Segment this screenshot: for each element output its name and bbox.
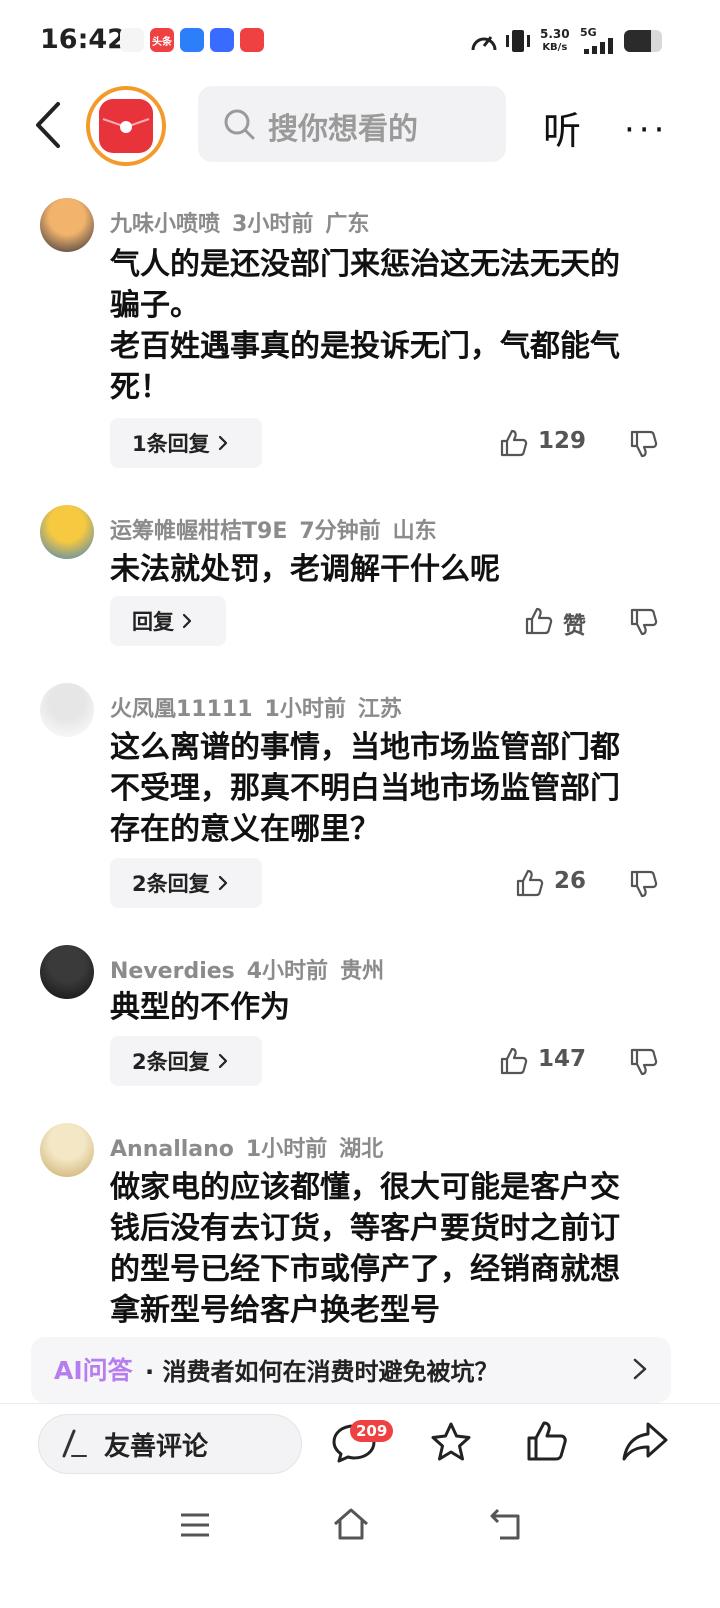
thumbs-down-icon[interactable] [628,868,660,900]
comment-text: 未法就处罚，老调解干什么呢 [110,549,670,590]
comment-meta: 运筹帷幄柑桔T9E 7分钟前 山东 [110,513,449,545]
comment-meta: Annallano 1小时前 湖北 [110,1131,395,1163]
comment-placeholder: 友善评论 [104,1432,209,1462]
chevron-right-icon [182,613,192,629]
comment-text-line: 死！ [110,370,170,405]
comment-text-line: 骗子。 [110,288,200,323]
reply-label: 2条回复 [132,872,210,896]
comment-location: 江苏 [357,697,402,722]
status-time: 16:42 [40,24,126,55]
avatar[interactable] [40,683,94,737]
reply-button[interactable]: 2条回复 [110,1036,262,1086]
listen-button[interactable]: 听 [543,100,581,155]
thumbs-down-icon[interactable] [628,428,660,460]
thumbs-down-icon[interactable] [628,606,660,638]
search-placeholder: 搜你想看的 [268,112,418,147]
comment-text: 典型的不作为 [110,987,670,1028]
back-arrow-icon[interactable] [30,100,70,150]
reply-label: 2条回复 [132,1050,210,1074]
chevron-right-icon [218,1053,227,1069]
toutiao-logo-icon [99,99,153,153]
comment-text-line: 未法就处罚，老调解干什么呢 [110,552,500,587]
comment-text-line: 这么离谱的事情，当地市场监管部门都 [110,730,620,765]
comment-text-line: 老百姓遇事真的是投诉无门，气都能气 [110,329,620,364]
ai-qa-question: · 消费者如何在消费时避免被坑？ [145,1358,499,1386]
like-count: 赞 [563,613,586,639]
speedometer-icon [471,36,497,51]
more-button[interactable]: ··· [624,110,668,150]
avatar[interactable] [40,505,94,559]
toutiao-app-icon: 头条 [150,28,174,52]
back-nav-icon[interactable] [488,1506,524,1542]
comment-meta: 九味小喷喷 3小时前 广东 [110,206,381,238]
status-bar: 16:42 头条 5.30 KB/s 5G [0,0,720,80]
comment-username[interactable]: 火凤凰11111 [110,697,253,722]
share-icon[interactable] [620,1418,670,1464]
comment-meta: Neverdies 4小时前 贵州 [110,953,396,985]
thumbs-down-icon[interactable] [628,1046,660,1078]
home-icon[interactable] [331,1506,371,1542]
net-speed: 5.30 KB/s [540,27,570,54]
thumbs-up-icon[interactable] [498,427,530,459]
comment-time: 1小时前 [264,697,346,722]
vibrate-icon [506,30,530,52]
baidu-app-icon [210,28,234,52]
thumbs-up-icon[interactable] [514,867,546,899]
avatar[interactable] [40,1123,94,1177]
comment-text-line: 的型号已经下市或停产了，经销商就想 [110,1252,620,1287]
divider [0,1403,720,1404]
comment-time: 1小时前 [245,1137,328,1162]
comment-time: 3小时前 [232,212,314,237]
comment-time: 7分钟前 [299,519,381,544]
comment-text-line: 不受理，那真不明白当地市场监管部门 [110,771,620,806]
star-icon[interactable] [428,1420,474,1464]
douyin-app-icon [240,28,264,52]
thumbs-up-icon[interactable] [524,1418,570,1464]
search-icon [224,109,255,140]
reply-button[interactable]: 2条回复 [110,858,262,908]
comment-location: 广东 [325,212,370,237]
avatar-app-icon [120,28,144,52]
reply-label: 1条回复 [132,432,210,456]
comment-meta: 火凤凰11111 1小时前 江苏 [110,691,414,723]
chevron-right-icon [633,1358,647,1380]
comment-username[interactable]: 九味小喷喷 [110,212,220,237]
comment-text-line: 典型的不作为 [110,990,290,1025]
thumbs-up-icon[interactable] [523,605,555,637]
comment-text-line: 拿新型号给客户换老型号 [110,1293,440,1328]
like-count: 26 [553,868,586,894]
comment-text-line: 存在的意义在哪里？ [110,812,380,847]
comment-username[interactable]: 运筹帷幄柑桔T9E [110,519,287,544]
like-count: 129 [537,428,586,454]
avatar[interactable] [40,945,94,999]
comment-text-line: 气人的是还没部门来惩治这无法无天的 [110,247,620,282]
like-count: 147 [537,1046,586,1072]
ai-qa-tag: AI问答 [54,1356,133,1385]
comment-count-badge: 209 [350,1420,394,1442]
chevron-right-icon [218,875,227,891]
avatar[interactable] [40,198,94,252]
comment-time: 4小时前 [246,959,329,984]
comment-text: 做家电的应该都懂，很大可能是客户交 钱后没有去订货，等客户要货时之前订 的型号已经下… [110,1167,670,1331]
comment-text-line: 做家电的应该都懂，很大可能是客户交 [110,1170,620,1205]
comment-username[interactable]: Annallano [110,1137,234,1162]
comment-text: 这么离谱的事情，当地市场监管部门都 不受理，那真不明白当地市场监管部门 存在的意义在… [110,727,670,850]
thumbs-up-icon[interactable] [498,1045,530,1077]
battery-icon [624,30,662,52]
comment-location: 湖北 [339,1137,384,1162]
signal-icon [584,38,613,54]
comment-username[interactable]: Neverdies [110,959,235,984]
comment-text-line: 钱后没有去订货，等客户要货时之前订 [110,1211,620,1246]
pen-icon [62,1429,87,1458]
comment-text: 气人的是还没部门来惩治这无法无天的 骗子。老百姓遇事真的是投诉无门，气都能气 死！ [110,244,670,408]
comment-location: 贵州 [340,959,385,984]
chevron-right-icon [218,435,227,451]
blue-app-icon [180,28,204,52]
reply-label: 回复 [132,610,174,634]
reply-button[interactable]: 1条回复 [110,418,262,468]
comment-location: 山东 [392,519,437,544]
menu-icon[interactable] [178,1510,212,1540]
reply-button[interactable]: 回复 [110,596,226,646]
